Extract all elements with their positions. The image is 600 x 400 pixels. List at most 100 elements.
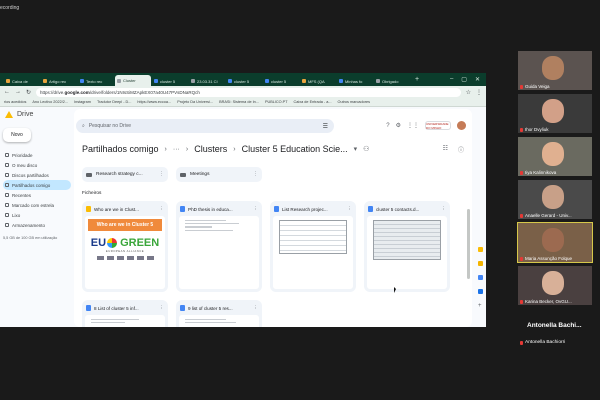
more-options-icon[interactable]: ⋮	[347, 206, 352, 212]
browser-tab[interactable]: Texto rec	[78, 76, 114, 86]
nav-icon	[5, 203, 9, 207]
bookmark-item[interactable]: PUBLICO.PT	[265, 100, 288, 104]
bookmark-item[interactable]: Caixa de Entrada - a...	[294, 100, 332, 104]
browser-tab[interactable]: MFS (QA	[300, 76, 336, 86]
browser-tab[interactable]: 23.03.31 Cl	[189, 76, 225, 86]
keep-icon[interactable]	[478, 261, 483, 266]
more-options-icon[interactable]: ⋮	[159, 305, 164, 311]
tasks-icon[interactable]	[478, 275, 483, 280]
mic-muted-icon	[520, 340, 523, 345]
minimize-icon[interactable]: –	[450, 76, 453, 83]
close-icon[interactable]: ✕	[475, 76, 480, 83]
back-icon[interactable]: ←	[4, 89, 10, 95]
favicon-icon	[228, 79, 232, 83]
reload-icon[interactable]: ↻	[26, 89, 31, 96]
sidebar-item[interactable]: Partilhados comigo	[3, 180, 71, 190]
breadcrumb-more[interactable]: ···	[173, 146, 180, 153]
partner-logos	[85, 256, 165, 260]
browser-tab[interactable]: Minhas fo	[337, 76, 373, 86]
favicon-icon	[302, 79, 306, 83]
url-input[interactable]: https://drive. google.com/drive/folders/1…	[36, 87, 461, 97]
browser-tab[interactable]: Cluster	[115, 75, 151, 86]
list-view-icon[interactable]: ☷	[443, 145, 448, 154]
bookmark-item[interactable]: BRASI: Sistema de In...	[219, 100, 259, 104]
file-card[interactable]: cluster 5 contacts.d... ⋮	[364, 201, 450, 292]
file-card[interactable]: Who are we in Clust... ⋮ Who are we in C…	[82, 201, 168, 292]
participant-tile[interactable]: Anaelle Gerard - Univ...	[518, 180, 592, 219]
file-card[interactable]: 9 list of cluster 5 res... ⋮	[176, 300, 262, 327]
help-icon[interactable]: ?	[386, 123, 389, 129]
sidebar-item[interactable]: Marcado com estrela	[3, 200, 71, 210]
favicon-icon	[376, 79, 380, 83]
search-input[interactable]: Pesquisar no Drive	[89, 123, 131, 129]
sidebar-item[interactable]: Armazenamento	[3, 220, 71, 230]
more-options-icon[interactable]: ⋮	[159, 172, 164, 177]
file-card[interactable]: 8 List of cluster 5 inf... ⋮	[82, 300, 168, 327]
breadcrumb-current[interactable]: Cluster 5 Education Scie...	[242, 144, 348, 154]
sidebar-item[interactable]: O meu disco	[3, 160, 71, 170]
account-avatar[interactable]	[457, 121, 466, 130]
file-card[interactable]: List Research projec... ⋮	[270, 201, 356, 292]
slides-icon	[86, 206, 91, 212]
participant-tile[interactable]: Maria Assunção Folque	[517, 222, 593, 263]
browser-tab[interactable]: Obrigado	[374, 76, 410, 86]
more-options-icon[interactable]: ⋮	[159, 206, 164, 212]
participant-tile[interactable]: Ihor Dvyliuk	[518, 94, 592, 133]
browser-tab[interactable]: cluster 5	[226, 76, 262, 86]
drive-logo[interactable]: Drive	[3, 111, 71, 118]
bookmark-item[interactable]: rios acedidos	[4, 100, 26, 104]
browser-tab[interactable]: Caixa de	[4, 76, 40, 86]
bookmark-item[interactable]: Ano Lectivo 2022/2...	[32, 100, 68, 104]
sidebar-item[interactable]: Prioridade	[3, 150, 71, 160]
calendar-icon[interactable]	[478, 247, 483, 252]
bookmark-item[interactable]: https://www.eccoa...	[137, 100, 171, 104]
nav-icon	[5, 163, 9, 167]
bookmark-item[interactable]: Tradutor Deepl - D...	[97, 100, 131, 104]
folder-item[interactable]: Meetings ⋮	[176, 167, 262, 182]
main-content: ⌕ Pesquisar no Drive ☰ ? ⚙ ⋮⋮ UNIVERSIDA…	[74, 109, 472, 327]
settings-icon[interactable]: ⚙	[396, 122, 401, 129]
participant-tile[interactable]: Guida Veiga	[518, 51, 592, 90]
browser-tab[interactable]: Artigo rec	[41, 76, 77, 86]
star-icon[interactable]: ☆	[466, 89, 471, 96]
add-icon[interactable]: +	[478, 303, 486, 309]
nav-icon	[5, 153, 9, 157]
bookmark-item[interactable]: Projeto Da Universi...	[177, 100, 213, 104]
slide-banner: Who are we in Cluster 5	[88, 219, 162, 231]
new-button[interactable]: Novo	[3, 128, 31, 142]
maximize-icon[interactable]: ▢	[461, 76, 467, 83]
sidebar-item[interactable]: Recentes	[3, 190, 71, 200]
chevron-right-icon: ›	[233, 145, 236, 153]
bookmark-item[interactable]: Instagram	[74, 100, 91, 104]
participant-tile-label: Antonella Bachiorri	[520, 340, 565, 345]
contacts-icon[interactable]	[478, 289, 483, 294]
sidebar-item[interactable]: Discos partilhados	[3, 170, 71, 180]
apps-icon[interactable]: ⋮⋮	[407, 122, 419, 129]
file-thumbnail	[179, 315, 259, 327]
breadcrumb-root[interactable]: Partilhados comigo	[82, 144, 159, 154]
forward-icon[interactable]: →	[15, 89, 21, 95]
people-icon[interactable]: ⚇	[363, 145, 369, 153]
favicon-icon	[43, 79, 47, 83]
scrollbar[interactable]	[467, 209, 470, 279]
menu-icon[interactable]: ⋮	[476, 89, 482, 96]
search-options-icon[interactable]: ☰	[323, 123, 328, 130]
more-options-icon[interactable]: ⋮	[441, 206, 446, 212]
more-options-icon[interactable]: ⋮	[253, 172, 258, 177]
info-icon[interactable]: ⓘ	[458, 145, 464, 154]
new-tab-button[interactable]: +	[415, 76, 419, 83]
browser-tab[interactable]: cluster 5	[152, 76, 188, 86]
chevron-down-icon[interactable]: ▾	[354, 145, 358, 153]
browser-tab[interactable]: cluster 5	[263, 76, 299, 86]
search-bar[interactable]: ⌕ Pesquisar no Drive ☰	[76, 119, 334, 133]
more-options-icon[interactable]: ⋮	[253, 305, 258, 311]
participant-tile[interactable]: Karina Becker, OvGU...	[518, 266, 592, 305]
participants-panel: Guida Veiga Ihor Dvyliuk Iiya Kalinnikova A…	[517, 51, 593, 309]
sidebar-item[interactable]: Lixo	[3, 210, 71, 220]
participant-tile[interactable]: Iiya Kalinnikova	[518, 137, 592, 176]
folder-item[interactable]: Research strategy c... ⋮	[82, 167, 168, 182]
breadcrumb-parent[interactable]: Clusters	[194, 144, 227, 154]
more-options-icon[interactable]: ⋮	[253, 206, 258, 212]
bookmark-item[interactable]: Outros marcadores	[338, 100, 371, 104]
file-card[interactable]: PhD thesis in educa... ⋮	[176, 201, 262, 292]
